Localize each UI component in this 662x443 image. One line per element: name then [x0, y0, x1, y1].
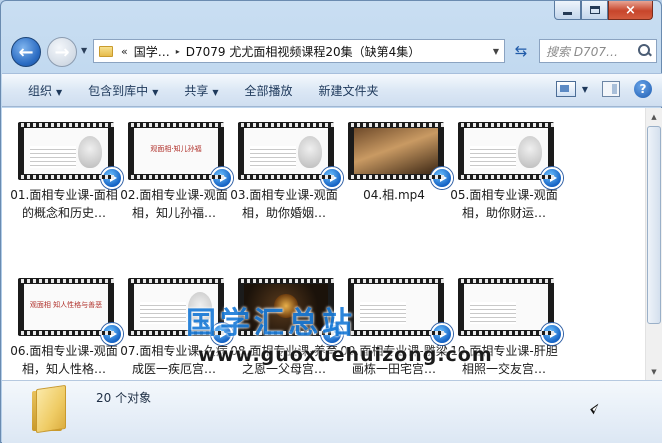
toolbar-right: ▼ ?	[555, 80, 652, 98]
file-name: 05.面相专业课-观面相，助你财运…	[450, 188, 558, 220]
play-all-button[interactable]: 全部播放	[245, 82, 293, 99]
thumbnail-frame: 观面相 知人性格与善恶	[24, 284, 108, 330]
play-all-label: 全部播放	[244, 83, 293, 98]
preview-pane-icon[interactable]	[602, 81, 620, 97]
file-name: 04.相.mp4	[363, 188, 425, 202]
maximize-button[interactable]	[581, 1, 608, 20]
breadcrumb-segment[interactable]: 国学…	[134, 43, 170, 60]
refresh-button[interactable]: ⇆	[509, 39, 533, 63]
file-name: 03.面相专业课-观面相，助你婚姻…	[230, 188, 338, 220]
file-item[interactable]: 04.相.mp4	[340, 122, 453, 222]
thumbnail-title: 观面相·知儿孙福	[150, 145, 202, 153]
thumbnail-face	[78, 136, 102, 168]
chevron-down-icon: ▼	[152, 87, 159, 97]
help-icon[interactable]: ?	[634, 80, 652, 98]
view-dropdown[interactable]: ▼	[582, 85, 588, 94]
thumbnail-title: 观面相 知人性格与善恶	[29, 301, 103, 309]
new-folder-label: 新建文件夹	[318, 83, 379, 98]
organize-button[interactable]: 组织 ▼	[28, 82, 62, 99]
file-item[interactable]: 03.面相专业课-观面相，助你婚姻…	[230, 122, 343, 222]
thumbnail-frame: 观面相·知儿孙福	[134, 128, 218, 174]
thumbnail-frame	[354, 284, 438, 330]
chevron-down-icon: ▼	[212, 87, 219, 97]
maximize-icon	[589, 6, 600, 14]
new-folder-button[interactable]: 新建文件夹	[319, 82, 379, 99]
video-thumbnail	[458, 122, 563, 189]
watermark-url: www.guoxuehuizong.com	[198, 344, 493, 366]
folder-icon	[99, 45, 113, 57]
file-item[interactable]: 观面相 知人性格与善恶 06.面相专业课-观面相，知人性格…	[10, 278, 123, 378]
thumbnail-frame	[464, 128, 548, 174]
address-dropdown[interactable]: ▼	[493, 47, 499, 56]
help-label: ?	[639, 82, 647, 96]
thumbnail-text-lines	[470, 146, 516, 168]
file-name: 06.面相专业课-观面相，知人性格…	[10, 344, 118, 376]
thumbnail-frame	[24, 128, 108, 174]
organize-label: 组织	[28, 83, 53, 98]
folder-large-icon	[32, 384, 68, 434]
thumbnail-text-lines	[360, 302, 406, 324]
video-thumbnail	[348, 122, 453, 189]
item-count: 20 个对象	[96, 391, 152, 405]
thumbnail-frame	[464, 284, 548, 330]
thumbnail-frame	[354, 128, 438, 174]
share-label: 共享	[184, 83, 209, 98]
thumbnail-text-lines	[250, 146, 296, 168]
include-in-library-button[interactable]: 包含到库中 ▼	[88, 82, 158, 99]
search-input[interactable]: 搜索 D707…	[546, 43, 637, 60]
change-view-icon[interactable]	[555, 81, 576, 97]
caption-buttons: ×	[554, 1, 653, 20]
command-bar: 组织 ▼ 包含到库中 ▼ 共享 ▼ 全部播放 新建文件夹 ▼ ?	[2, 73, 662, 107]
explorer-window: × ← → ▼ « 国学… ▸ D7079 尤尤面相视频课程20集（缺第4集） …	[0, 0, 662, 443]
file-list[interactable]: 01.面相专业课-面相的概念和历史… 观面相·知儿孙福 02.面相专业课-观面相，知…	[2, 108, 662, 380]
breadcrumb-overflow[interactable]: «	[121, 45, 128, 58]
file-name: 01.面相专业课-面相的概念和历史…	[10, 188, 118, 220]
scroll-down-arrow[interactable]: ▼	[646, 363, 662, 380]
recent-pages-dropdown[interactable]: ▼	[81, 46, 87, 55]
video-thumbnail: 观面相 知人性格与善恶	[18, 278, 123, 345]
scroll-thumb[interactable]	[647, 126, 661, 324]
chevron-down-icon: ▼	[56, 87, 63, 97]
file-item[interactable]: 05.面相专业课-观面相，助你财运…	[450, 122, 563, 222]
share-button[interactable]: 共享 ▼	[184, 82, 218, 99]
vertical-scrollbar[interactable]: ▲ ▼	[645, 108, 662, 380]
back-button[interactable]: ←	[11, 37, 41, 67]
video-thumbnail	[18, 122, 123, 189]
video-thumbnail	[458, 278, 563, 345]
refresh-icon: ⇆	[514, 42, 528, 60]
close-button[interactable]: ×	[608, 1, 653, 20]
thumbnail-frame	[244, 128, 328, 174]
search-box[interactable]: 搜索 D707…	[539, 39, 657, 63]
address-bar[interactable]: « 国学… ▸ D7079 尤尤面相视频课程20集（缺第4集） ▼	[93, 39, 505, 63]
video-thumbnail: 观面相·知儿孙福	[128, 122, 233, 189]
back-arrow-icon: ←	[18, 41, 34, 63]
file-item[interactable]: 01.面相专业课-面相的概念和历史…	[10, 122, 123, 222]
breadcrumb-current[interactable]: D7079 尤尤面相视频课程20集（缺第4集）	[186, 43, 421, 60]
thumbnail-text-lines	[140, 302, 186, 324]
minimize-icon	[563, 11, 572, 15]
scroll-up-arrow[interactable]: ▲	[646, 108, 662, 125]
details-pane: 20 个对象	[2, 380, 662, 443]
video-thumbnail	[238, 122, 343, 189]
thumbnail-face	[298, 136, 322, 168]
file-item[interactable]: 观面相·知儿孙福 02.面相专业课-观面相，知儿孙福…	[120, 122, 233, 222]
minimize-button[interactable]	[554, 1, 581, 20]
thumbnail-face	[518, 136, 542, 168]
media-play-icon	[541, 167, 563, 189]
search-icon[interactable]	[637, 43, 653, 59]
include-in-library-label: 包含到库中	[88, 83, 149, 98]
video-thumbnail	[348, 278, 453, 345]
breadcrumb-separator[interactable]: ▸	[176, 47, 180, 56]
forward-arrow-icon: →	[54, 41, 70, 63]
close-icon: ×	[625, 2, 636, 18]
thumbnail-text-lines	[30, 146, 76, 168]
media-play-icon	[541, 323, 563, 345]
forward-button[interactable]: →	[47, 37, 77, 67]
thumbnail-text-lines	[470, 302, 516, 324]
watermark-title: 国学汇总站	[186, 306, 356, 341]
file-name: 02.面相专业课-观面相，知儿孙福…	[120, 188, 228, 220]
